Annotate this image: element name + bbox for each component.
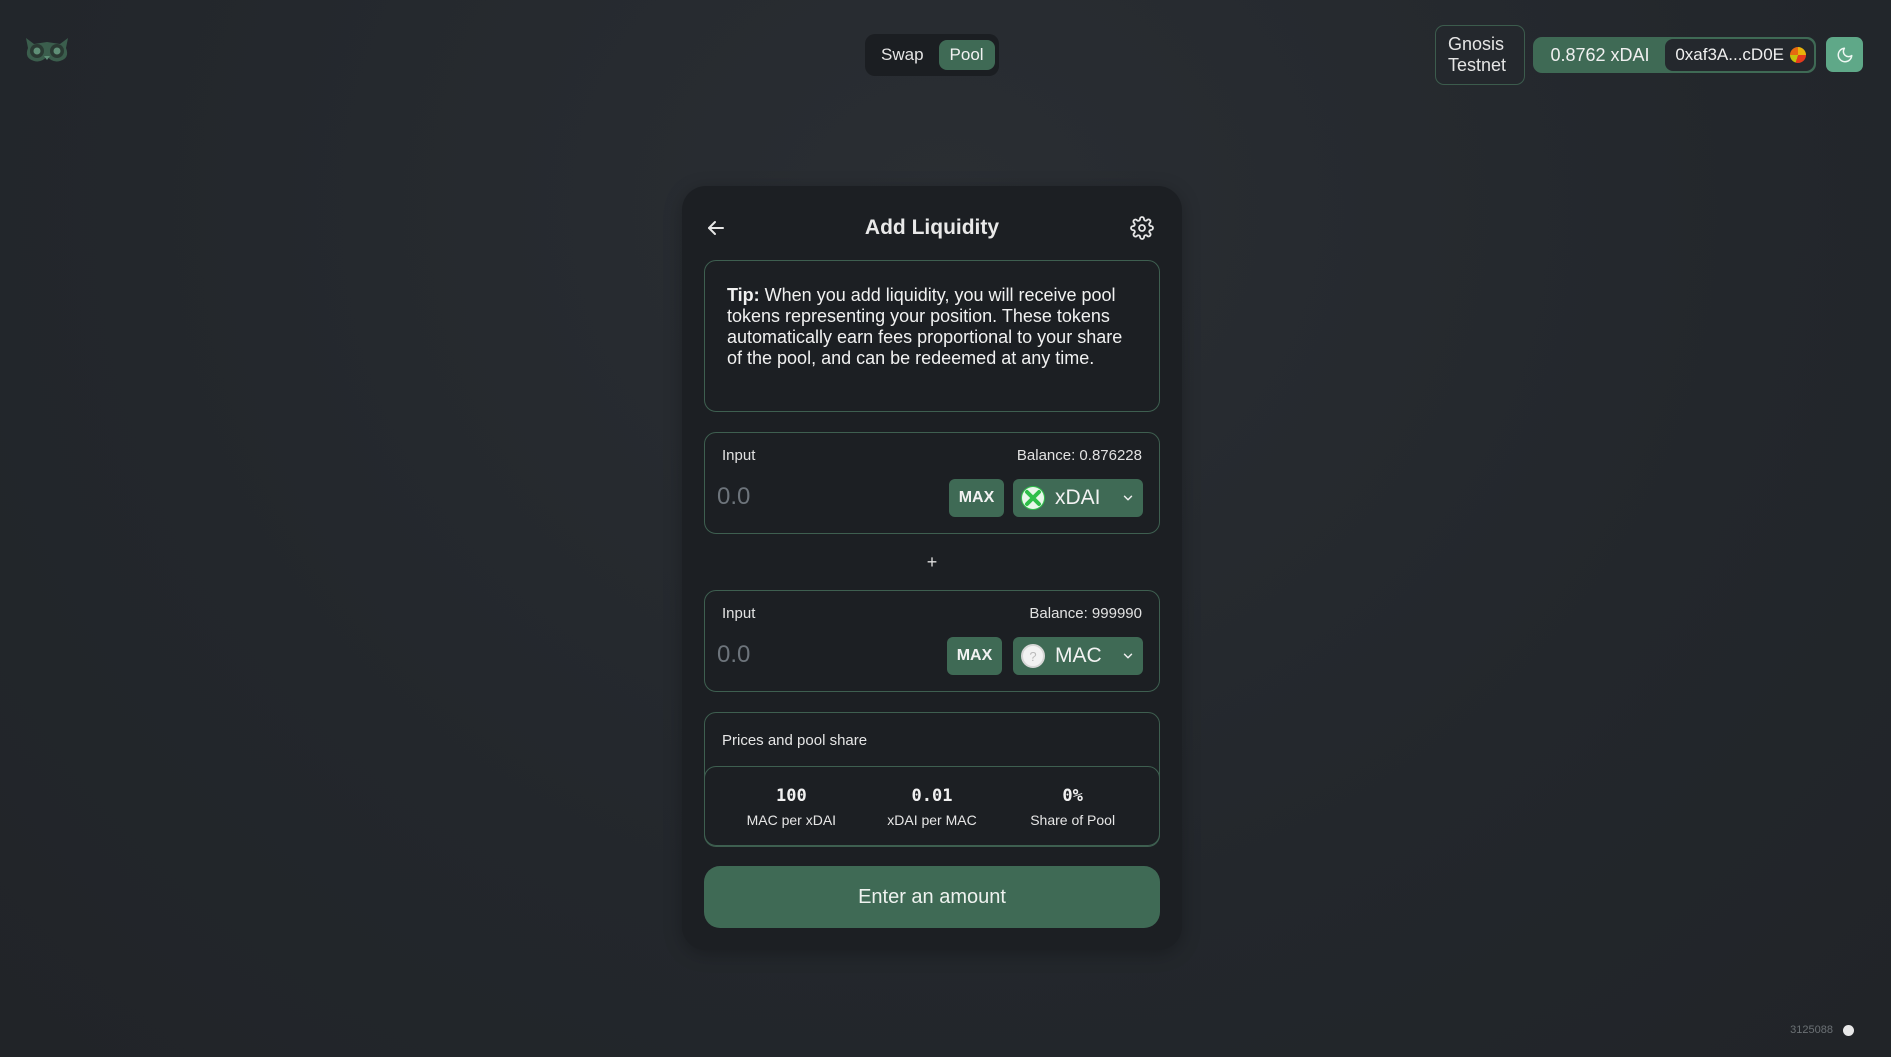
token-symbol: xDAI: [1055, 486, 1101, 509]
token-input-panel-a: Input Balance: 0.876228 MAX xDAI: [704, 432, 1160, 534]
prices-values: 100 MAC per xDAI 0.01 xDAI per MAC 0% Sh…: [704, 766, 1160, 847]
price-label: xDAI per MAC: [887, 811, 977, 828]
liquidity-tip: Tip: When you add liquidity, you will re…: [704, 260, 1160, 412]
status-dot-icon: [1843, 1024, 1854, 1036]
token-symbol: MAC: [1055, 644, 1102, 667]
input-label: Input: [722, 605, 756, 622]
price-value: 0%: [1062, 785, 1083, 806]
moon-icon: [1837, 47, 1852, 62]
network-selector[interactable]: Gnosis Testnet: [1435, 25, 1525, 85]
price-xdai-per-mac: 0.01 xDAI per MAC: [867, 786, 997, 828]
tab-pool[interactable]: Pool: [938, 40, 995, 70]
price-label: Share of Pool: [1030, 811, 1116, 828]
swap-pool-switch: Swap Pool: [865, 34, 999, 76]
price-value: 100: [775, 785, 807, 806]
price-mac-per-xdai: 100 MAC per xDAI: [726, 786, 856, 828]
price-value: 0.01: [911, 785, 953, 806]
add-liquidity-card: Add Liquidity Tip: When you add liquidit…: [682, 186, 1182, 950]
token-select-a[interactable]: xDAI: [1013, 479, 1143, 517]
tip-label: Tip:: [727, 285, 760, 305]
block-number: 3125088: [1790, 1024, 1833, 1036]
theme-toggle-button[interactable]: [1826, 37, 1863, 72]
chevron-down-icon: [1123, 495, 1133, 501]
token-select-b[interactable]: ? MAC: [1013, 637, 1143, 675]
owl-logo-icon[interactable]: [22, 34, 72, 66]
card-header: Add Liquidity: [682, 212, 1182, 246]
account-address: 0xaf3A...cD0E: [1675, 45, 1784, 64]
card-title: Add Liquidity: [864, 216, 1000, 239]
tab-swap[interactable]: Swap: [870, 40, 935, 70]
prices-title: Prices and pool share: [722, 732, 868, 749]
identicon-icon: [1790, 47, 1806, 63]
amount-input-b[interactable]: [717, 637, 937, 673]
account-button[interactable]: 0.8762 xDAI 0xaf3A...cD0E: [1533, 37, 1816, 73]
token-input-panel-b: Input Balance: 999990 MAX ? MAC: [704, 590, 1160, 692]
gear-icon[interactable]: [1130, 216, 1154, 240]
block-indicator: 3125088: [1790, 1024, 1854, 1036]
account-balance: 0.8762 xDAI: [1550, 44, 1650, 65]
network-name-line1: Gnosis: [1448, 34, 1505, 54]
prices-and-share-panel: Prices and pool share 100 MAC per xDAI 0…: [704, 712, 1160, 847]
xdai-token-icon: [1021, 486, 1045, 510]
max-button-b[interactable]: MAX: [947, 637, 1002, 675]
enter-amount-button[interactable]: Enter an amount: [704, 866, 1160, 928]
network-name-line2: Testnet: [1448, 55, 1507, 75]
mac-token-icon: ?: [1021, 644, 1045, 668]
tip-text: When you add liquidity, you will receive…: [727, 285, 1123, 368]
price-label: MAC per xDAI: [746, 811, 837, 828]
amount-input-a[interactable]: [717, 479, 937, 515]
plus-icon: +: [926, 552, 938, 572]
share-of-pool: 0% Share of Pool: [1008, 786, 1138, 828]
app-page: Swap Pool Gnosis Testnet 0.8762 xDAI 0xa…: [0, 0, 1891, 1057]
chevron-down-icon: [1123, 653, 1133, 659]
token-balance: Balance: 999990: [1029, 605, 1142, 622]
input-label: Input: [722, 447, 756, 464]
max-button-a[interactable]: MAX: [949, 479, 1004, 517]
token-balance: Balance: 0.876228: [1016, 447, 1142, 464]
account-address-box[interactable]: 0xaf3A...cD0E: [1665, 39, 1814, 71]
